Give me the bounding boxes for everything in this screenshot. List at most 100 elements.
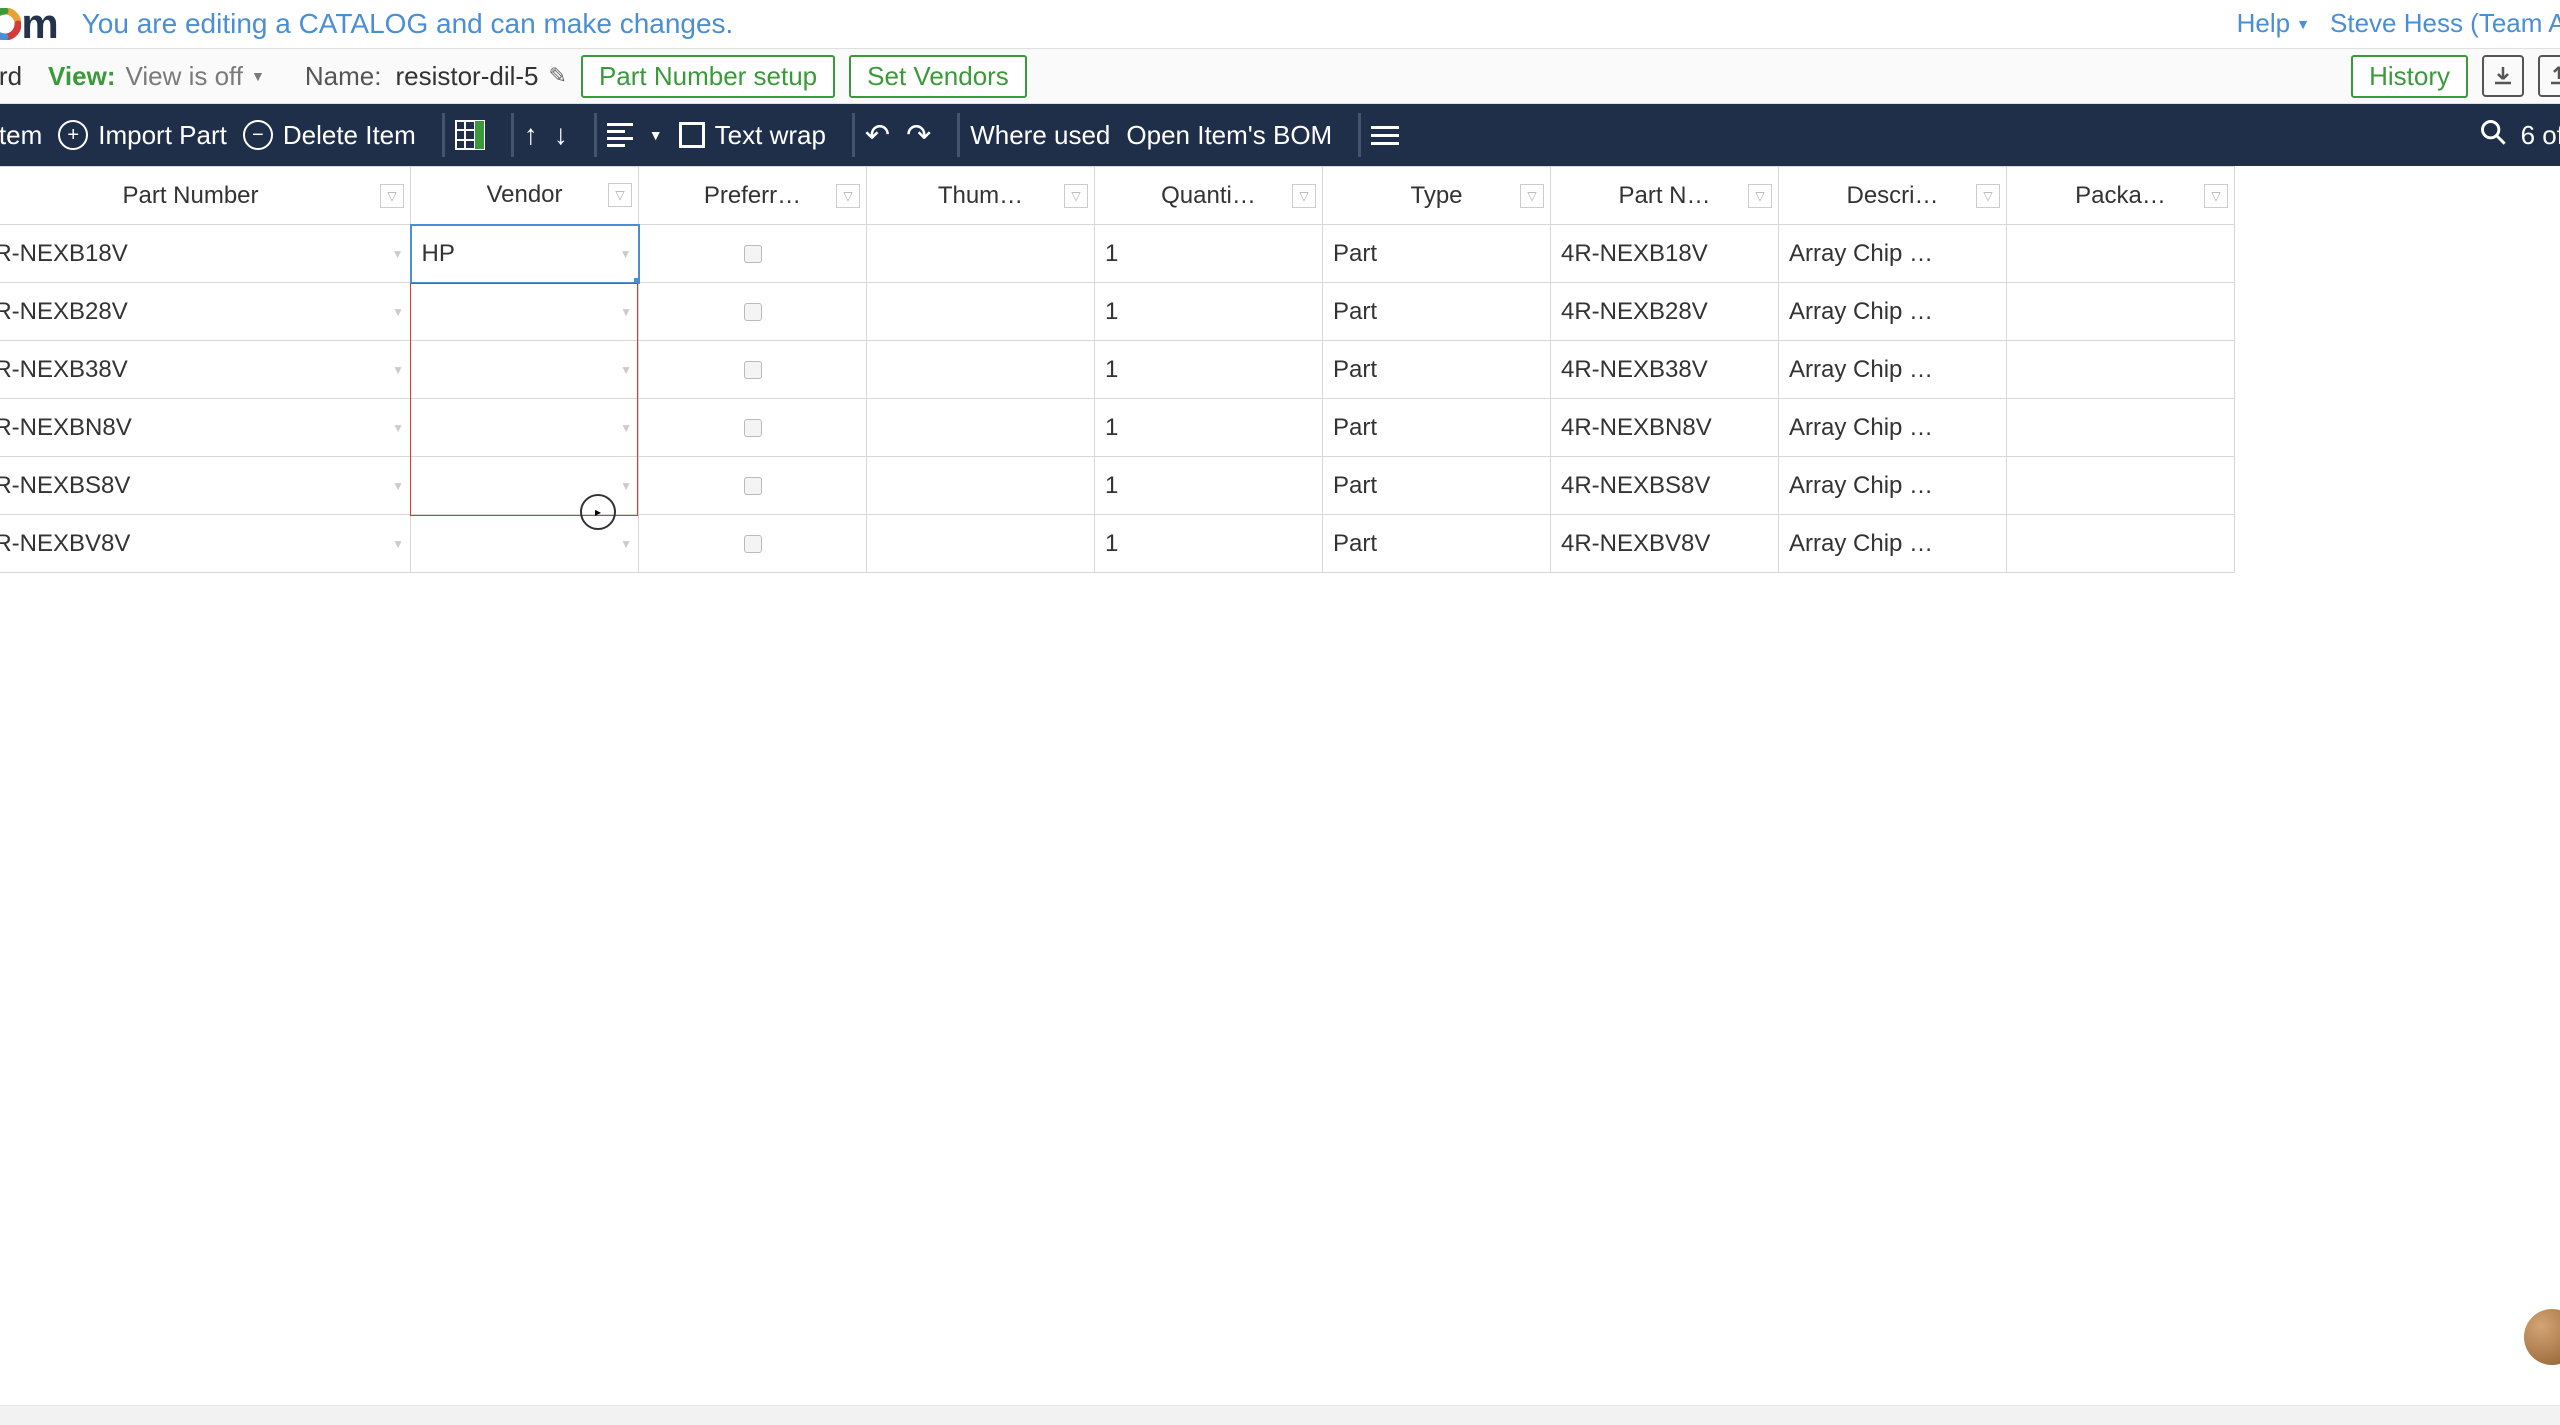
cell-part-number[interactable]: 4R-NEXBN8V▼ — [0, 399, 411, 457]
cell-package[interactable] — [2007, 283, 2235, 341]
cell-type[interactable]: Part — [1323, 399, 1551, 457]
text-wrap-button[interactable]: Text wrap — [679, 120, 826, 151]
cell-part-number[interactable]: 4R-NEXB28V▼ — [0, 283, 411, 341]
col-header-type[interactable]: Type▽ — [1323, 167, 1551, 225]
cell-thumbnail[interactable] — [867, 283, 1095, 341]
grid-view-button[interactable] — [455, 120, 485, 150]
cell-thumbnail[interactable] — [867, 399, 1095, 457]
cell-dropdown-icon[interactable]: ▼ — [392, 247, 404, 261]
share-icon[interactable] — [2538, 55, 2560, 97]
cell-dropdown-icon[interactable]: ▼ — [620, 305, 632, 319]
cell-thumbnail[interactable] — [867, 225, 1095, 283]
col-header-package[interactable]: Packa…▽ — [2007, 167, 2235, 225]
cell-part-number[interactable]: 4R-NEXB18V▼ — [0, 225, 411, 283]
table-row[interactable]: 4R-NEXBV8V▼▼1Part4R-NEXBV8VArray Chip … — [0, 515, 2235, 573]
cell-description[interactable]: Array Chip … — [1779, 341, 2007, 399]
cell-dropdown-icon[interactable]: ▼ — [392, 537, 404, 551]
menu-button[interactable] — [1371, 126, 1399, 145]
history-button[interactable]: History — [2351, 55, 2468, 98]
delete-item-button[interactable]: − Delete Item — [243, 120, 416, 151]
avatar[interactable] — [2524, 1309, 2560, 1365]
table-row[interactable]: 4R-NEXB28V▼▼1Part4R-NEXB28VArray Chip … — [0, 283, 2235, 341]
import-part-button[interactable]: + Import Part — [58, 120, 227, 151]
cell-package[interactable] — [2007, 515, 2235, 573]
cell-thumbnail[interactable] — [867, 341, 1095, 399]
cell-package[interactable] — [2007, 399, 2235, 457]
cell-description[interactable]: Array Chip … — [1779, 457, 2007, 515]
user-link[interactable]: Steve Hess (Team Ad — [2330, 8, 2560, 39]
part-number-setup-button[interactable]: Part Number setup — [581, 55, 835, 98]
filter-icon[interactable]: ▽ — [1748, 184, 1772, 208]
table-row[interactable]: 4R-NEXBN8V▼▼1Part4R-NEXBN8VArray Chip … — [0, 399, 2235, 457]
cell-type[interactable]: Part — [1323, 341, 1551, 399]
cell-dropdown-icon[interactable]: ▼ — [392, 363, 404, 377]
filter-icon[interactable]: ▽ — [1064, 184, 1088, 208]
table-row[interactable]: 4R-NEXB38V▼▼1Part4R-NEXB38VArray Chip … — [0, 341, 2235, 399]
cell-part-number[interactable]: 4R-NEXBV8V▼ — [0, 515, 411, 573]
checkbox-icon[interactable] — [744, 361, 762, 379]
cell-preferred[interactable] — [639, 399, 867, 457]
bottom-scrollbar[interactable] — [0, 1405, 2560, 1425]
cell-part-n[interactable]: 4R-NEXBS8V — [1551, 457, 1779, 515]
where-used-button[interactable]: Where used — [970, 120, 1110, 151]
filter-icon[interactable]: ▽ — [608, 183, 632, 207]
cell-type[interactable]: Part — [1323, 225, 1551, 283]
cell-vendor[interactable]: ▼ — [411, 283, 639, 341]
table-row[interactable]: 4R-NEXB18V▼HP▼1Part4R-NEXB18VArray Chip … — [0, 225, 2235, 283]
filter-icon[interactable]: ▽ — [2204, 184, 2228, 208]
cell-vendor[interactable]: ▼ — [411, 399, 639, 457]
cell-thumbnail[interactable] — [867, 457, 1095, 515]
data-grid[interactable]: Part Number▽ Vendor▽ Preferr…▽ Thum…▽ Qu… — [0, 166, 2235, 573]
col-header-preferred[interactable]: Preferr…▽ — [639, 167, 867, 225]
cell-quantity[interactable]: 1 — [1095, 283, 1323, 341]
cell-quantity[interactable]: 1 — [1095, 341, 1323, 399]
cell-preferred[interactable] — [639, 515, 867, 573]
cell-vendor[interactable]: HP▼ — [411, 225, 639, 283]
cell-preferred[interactable] — [639, 283, 867, 341]
search-icon[interactable] — [2479, 118, 2507, 153]
cell-vendor[interactable]: ▼ — [411, 457, 639, 515]
checkbox-icon[interactable] — [744, 245, 762, 263]
checkbox-icon[interactable] — [744, 303, 762, 321]
cell-vendor[interactable]: ▼ — [411, 515, 639, 573]
cell-preferred[interactable] — [639, 225, 867, 283]
col-header-thumbnail[interactable]: Thum…▽ — [867, 167, 1095, 225]
undo-button[interactable]: ↶ — [865, 118, 890, 153]
col-header-description[interactable]: Descri…▽ — [1779, 167, 2007, 225]
cell-dropdown-icon[interactable]: ▼ — [392, 305, 404, 319]
download-icon[interactable] — [2482, 55, 2524, 97]
col-header-quantity[interactable]: Quanti…▽ — [1095, 167, 1323, 225]
redo-button[interactable]: ↷ — [906, 118, 931, 153]
filter-icon[interactable]: ▽ — [836, 184, 860, 208]
cell-quantity[interactable]: 1 — [1095, 225, 1323, 283]
cell-part-n[interactable]: 4R-NEXBN8V — [1551, 399, 1779, 457]
filter-icon[interactable]: ▽ — [1292, 184, 1316, 208]
help-link[interactable]: Help ▼ — [2237, 8, 2310, 39]
cell-dropdown-icon[interactable]: ▼ — [620, 479, 632, 493]
checkbox-icon[interactable] — [744, 419, 762, 437]
set-vendors-button[interactable]: Set Vendors — [849, 55, 1027, 98]
filter-icon[interactable]: ▽ — [1976, 184, 2000, 208]
move-down-button[interactable]: ↓ — [554, 119, 568, 151]
cell-type[interactable]: Part — [1323, 515, 1551, 573]
cell-description[interactable]: Array Chip … — [1779, 515, 2007, 573]
cell-preferred[interactable] — [639, 341, 867, 399]
cell-part-n[interactable]: 4R-NEXB18V — [1551, 225, 1779, 283]
cell-description[interactable]: Array Chip … — [1779, 399, 2007, 457]
cell-dropdown-icon[interactable]: ▼ — [620, 363, 632, 377]
cell-type[interactable]: Part — [1323, 283, 1551, 341]
view-dropdown[interactable]: View is off ▼ — [125, 61, 264, 92]
cell-part-number[interactable]: 4R-NEXBS8V▼ — [0, 457, 411, 515]
cell-type[interactable]: Part — [1323, 457, 1551, 515]
align-button[interactable]: ▼ — [607, 123, 663, 147]
cell-dropdown-icon[interactable]: ▼ — [620, 537, 632, 551]
table-row[interactable]: 4R-NEXBS8V▼▼1Part4R-NEXBS8VArray Chip … — [0, 457, 2235, 515]
cell-dropdown-icon[interactable]: ▼ — [392, 479, 404, 493]
open-items-bom-button[interactable]: Open Item's BOM — [1126, 120, 1332, 151]
cell-part-n[interactable]: 4R-NEXB38V — [1551, 341, 1779, 399]
move-up-button[interactable]: ↑ — [524, 119, 538, 151]
cell-preferred[interactable] — [639, 457, 867, 515]
cell-part-number[interactable]: 4R-NEXB38V▼ — [0, 341, 411, 399]
col-header-part-n[interactable]: Part N…▽ — [1551, 167, 1779, 225]
cell-dropdown-icon[interactable]: ▼ — [620, 421, 632, 435]
